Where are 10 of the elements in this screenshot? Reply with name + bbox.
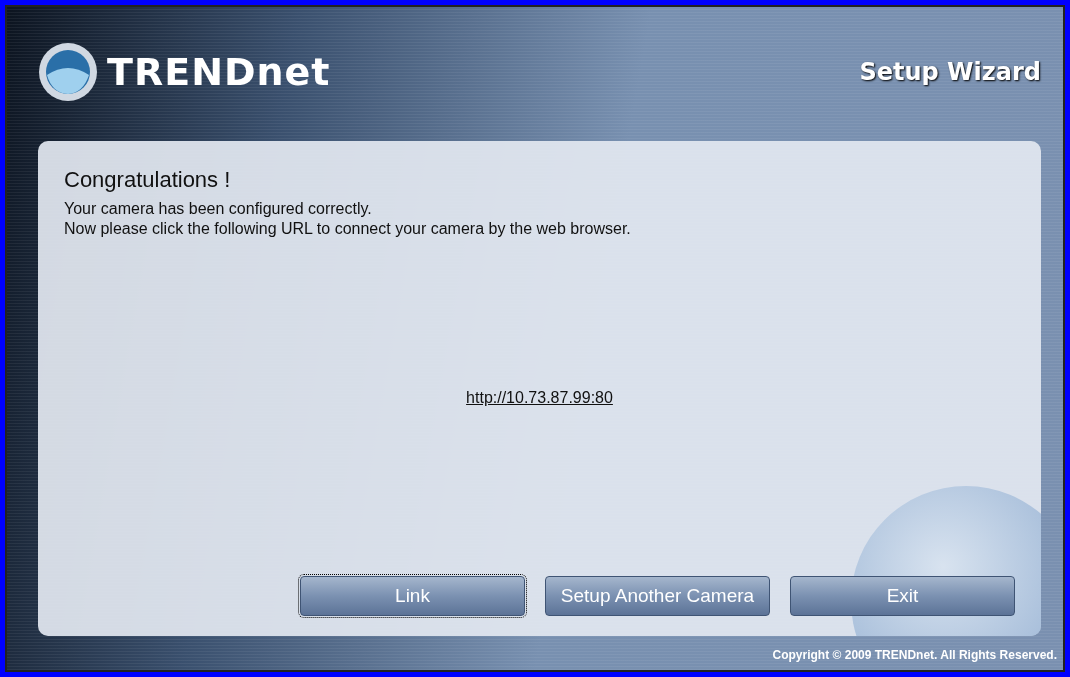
- wizard-button[interactable]: Exit: [790, 576, 1015, 616]
- wizard-button[interactable]: Setup Another Camera: [545, 576, 770, 616]
- message-text: Now please click the following URL to connect your camera by the web browser.: [64, 219, 632, 239]
- message-text: Your camera has been configured correctly.: [64, 199, 373, 219]
- copyright-text: Copyright © 2009 TRENDnet. All Rights Reserved.: [772, 648, 1057, 662]
- wizard-button[interactable]: Link: [300, 576, 525, 616]
- window-title: Setup Wizard: [859, 58, 1041, 86]
- heading: Congratulations !: [64, 167, 232, 193]
- url-link[interactable]: http://10.73.87.99:80: [466, 389, 613, 407]
- brand-name: TRENDnet: [107, 50, 331, 94]
